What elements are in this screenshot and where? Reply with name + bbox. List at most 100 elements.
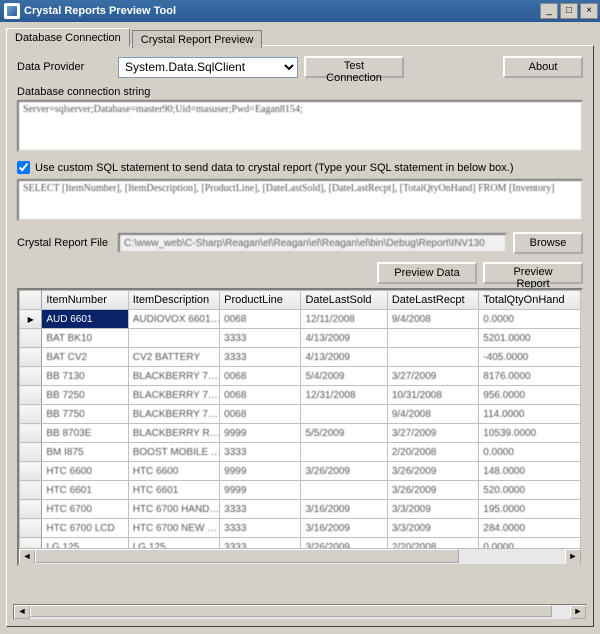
row-header[interactable] [20,443,42,462]
cell[interactable]: 9/4/2008 [387,405,478,424]
browse-button[interactable]: Browse [513,232,583,254]
cell[interactable]: 9999 [220,481,301,500]
cell[interactable]: AUD 6601 [42,310,128,329]
table-row[interactable]: HTC 6601HTC 660199993/26/2009520.0000 [20,481,581,500]
about-button[interactable]: About [503,56,583,78]
cell[interactable]: 148.0000 [479,462,581,481]
close-button[interactable]: × [580,3,598,19]
cell[interactable] [387,348,478,367]
cell[interactable]: BB 7250 [42,386,128,405]
window-horizontal-scrollbar[interactable]: ◄ ► [13,604,587,620]
grid-horizontal-scrollbar[interactable]: ◄ ► [19,548,581,564]
cell[interactable]: HTC 6600 [42,462,128,481]
table-row[interactable]: AUD 6601AUDIOVOX 6601…006812/11/20089/4/… [20,310,581,329]
cell[interactable]: 12/31/2008 [301,386,387,405]
cell[interactable]: 3333 [220,500,301,519]
cell[interactable]: HTC 6601 [128,481,219,500]
cell[interactable] [387,329,478,348]
cell[interactable]: 956.0000 [479,386,581,405]
cell[interactable]: 3/26/2009 [387,462,478,481]
cell[interactable]: BB 7130 [42,367,128,386]
cell[interactable]: BLACKBERRY 7… [128,367,219,386]
cell[interactable]: 520.0000 [479,481,581,500]
cell[interactable]: BLACKBERRY R… [128,424,219,443]
cell[interactable]: HTC 6700 NEW … [128,519,219,538]
scroll-right-icon[interactable]: ► [570,605,586,619]
cell[interactable]: BM I875 [42,443,128,462]
column-header-totalqtyonhand[interactable]: TotalQtyOnHand [479,291,581,310]
cell[interactable] [128,329,219,348]
cell[interactable]: BLACKBERRY 7… [128,386,219,405]
cell[interactable]: 3/3/2009 [387,519,478,538]
table-row[interactable]: BB 8703EBLACKBERRY R…99995/5/20093/27/20… [20,424,581,443]
row-header[interactable] [20,424,42,443]
cell[interactable]: 10539.0000 [479,424,581,443]
data-provider-combo[interactable]: System.Data.SqlClient [118,57,298,78]
minimize-button[interactable]: _ [540,3,558,19]
cell[interactable]: 10/31/2008 [387,386,478,405]
row-header[interactable] [20,348,42,367]
connection-string-textarea[interactable]: Server=sqlserver;Database=master90;Uid=m… [17,100,583,152]
cell[interactable]: HTC 6601 [42,481,128,500]
cell[interactable]: HTC 6600 [128,462,219,481]
cell[interactable]: 0068 [220,386,301,405]
table-row[interactable]: BAT CV2CV2 BATTERY33334/13/2009-405.0000 [20,348,581,367]
scroll-thumb[interactable] [30,605,552,617]
row-header[interactable] [20,519,42,538]
cell[interactable]: 3/3/2009 [387,500,478,519]
cell[interactable]: 3/26/2009 [301,462,387,481]
cell[interactable]: 0.0000 [479,310,581,329]
cell[interactable]: 9999 [220,462,301,481]
cell[interactable]: 3/16/2009 [301,519,387,538]
cell[interactable]: BAT BK10 [42,329,128,348]
cell[interactable]: 3/27/2009 [387,424,478,443]
cell[interactable]: 12/11/2008 [301,310,387,329]
cell[interactable]: 114.0000 [479,405,581,424]
cell[interactable] [301,405,387,424]
cell[interactable] [301,443,387,462]
tab-crystal-report-preview[interactable]: Crystal Report Preview [132,30,262,48]
row-header[interactable] [20,367,42,386]
cell[interactable]: 0068 [220,367,301,386]
table-row[interactable]: HTC 6600HTC 660099993/26/20093/26/200914… [20,462,581,481]
scroll-left-icon[interactable]: ◄ [19,549,35,565]
cell[interactable]: 3333 [220,443,301,462]
row-header[interactable] [20,462,42,481]
row-header[interactable] [20,481,42,500]
row-header[interactable] [20,500,42,519]
cell[interactable]: HTC 6700 LCD [42,519,128,538]
column-header-datelastrecpt[interactable]: DateLastRecpt [387,291,478,310]
preview-data-button[interactable]: Preview Data [377,262,477,284]
cell[interactable]: -405.0000 [479,348,581,367]
row-header[interactable] [20,310,42,329]
table-row[interactable]: BM I875BOOST MOBILE …33332/20/20080.0000 [20,443,581,462]
cell[interactable]: BB 7750 [42,405,128,424]
table-row[interactable]: BAT BK1033334/13/20095201.0000 [20,329,581,348]
use-custom-sql-checkbox[interactable] [17,161,30,174]
cell[interactable]: BAT CV2 [42,348,128,367]
grid-scroll[interactable]: ItemNumberItemDescriptionProductLineDate… [19,290,581,564]
cell[interactable]: 4/13/2009 [301,329,387,348]
cell[interactable]: BB 8703E [42,424,128,443]
cell[interactable]: 0.0000 [479,443,581,462]
cell[interactable]: 3333 [220,329,301,348]
cell[interactable]: 9/4/2008 [387,310,478,329]
crystal-file-input[interactable] [118,233,507,253]
cell[interactable]: 3/16/2009 [301,500,387,519]
cell[interactable]: 3333 [220,348,301,367]
cell[interactable]: 3333 [220,519,301,538]
scroll-thumb[interactable] [35,549,459,563]
cell[interactable]: HTC 6700 [42,500,128,519]
row-header[interactable] [20,405,42,424]
cell[interactable]: 0068 [220,405,301,424]
cell[interactable]: 3/27/2009 [387,367,478,386]
tab-database-connection[interactable]: Database Connection [6,28,130,47]
cell[interactable]: 195.0000 [479,500,581,519]
maximize-button[interactable]: □ [560,3,578,19]
cell[interactable]: AUDIOVOX 6601… [128,310,219,329]
cell[interactable]: 5/4/2009 [301,367,387,386]
column-header-itemdescription[interactable]: ItemDescription [128,291,219,310]
cell[interactable] [301,481,387,500]
table-row[interactable]: BB 7750BLACKBERRY 7…00689/4/2008114.0000 [20,405,581,424]
cell[interactable]: 284.0000 [479,519,581,538]
